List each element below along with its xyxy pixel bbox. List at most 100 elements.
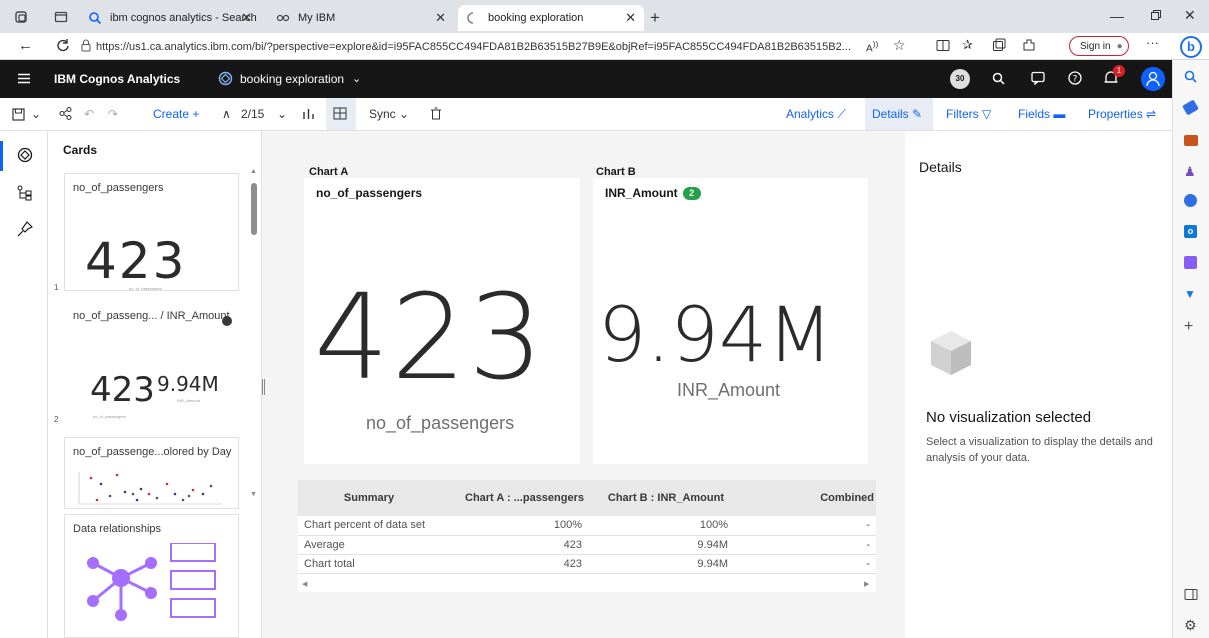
chevron-down-icon[interactable]: ⌄	[352, 72, 361, 85]
details-button[interactable]: Details ✎	[872, 107, 922, 121]
panel-resize-handle[interactable]	[262, 379, 265, 395]
card-kpi-value-b: 9.94M	[157, 372, 219, 396]
fields-button[interactable]: Fields ▬	[1018, 107, 1065, 121]
chart-a-title: no_of_passengers	[316, 186, 423, 200]
table-horizontal-scrollbar[interactable]: ◀ ▶	[298, 580, 876, 590]
sidebar-toggle-icon[interactable]	[1184, 588, 1198, 601]
lock-icon[interactable]	[80, 39, 92, 52]
new-tab-icon[interactable]: +	[650, 8, 660, 28]
designer-icon[interactable]	[1184, 256, 1197, 269]
close-tab-icon[interactable]: ✕	[435, 10, 446, 26]
tab-label: booking exploration	[488, 12, 584, 24]
tab-label: My IBM	[298, 12, 336, 24]
card-3[interactable]: no_of_passenge...olored by Day	[64, 437, 239, 509]
cards-icon[interactable]	[17, 147, 33, 163]
search-icon[interactable]	[992, 72, 1005, 85]
column-header: Chart B : INR_Amount	[588, 480, 734, 516]
favorite-icon[interactable]: ☆	[893, 37, 906, 54]
table-row: Chart total 423 9.94M -	[298, 554, 876, 574]
microsoft-365-icon[interactable]	[1184, 194, 1197, 207]
share-icon[interactable]	[59, 107, 72, 120]
split-screen-icon[interactable]	[936, 39, 950, 52]
save-icon[interactable]	[12, 108, 25, 121]
restore-icon[interactable]	[1150, 9, 1162, 21]
pin-icon[interactable]	[17, 221, 33, 237]
delete-icon[interactable]	[430, 107, 442, 120]
refresh-icon[interactable]	[56, 38, 70, 52]
close-tab-icon[interactable]: ✕	[241, 10, 252, 26]
analytics-label: Analytics	[786, 107, 835, 121]
properties-icon: ⇌	[1146, 107, 1157, 121]
shopping-tag-icon[interactable]	[1182, 99, 1199, 116]
create-button[interactable]: Create +	[153, 107, 199, 121]
tab-search[interactable]: ibm cognos analytics - Search ✕	[80, 5, 260, 31]
workspaces-icon[interactable]	[14, 10, 28, 24]
extensions-icon[interactable]	[1022, 38, 1036, 52]
tab-booking-exploration[interactable]: booking exploration ✕	[458, 5, 644, 31]
sign-in-label: Sign in	[1080, 40, 1111, 52]
tab-actions-icon[interactable]	[54, 10, 68, 24]
card-data-relationships[interactable]: Data relationships	[64, 514, 239, 638]
chart-a-widget[interactable]: no_of_passengers 423 no_of_passengers	[304, 178, 580, 464]
drop-icon[interactable]: ▼	[1184, 287, 1196, 301]
sync-button[interactable]: Sync ⌄	[369, 107, 409, 121]
save-menu-chevron-icon[interactable]: ⌄	[31, 107, 41, 121]
card-scatter-thumbnail	[77, 472, 222, 506]
outlook-icon[interactable]: o	[1184, 225, 1197, 238]
menu-icon[interactable]	[18, 73, 30, 84]
cards-scrollbar[interactable]: ▲ ▼	[250, 168, 258, 498]
card-2[interactable]: no_of_passeng... / INR_Amount 423 9.94M …	[64, 301, 239, 430]
favorites-icon[interactable]: ✰	[962, 37, 973, 53]
tools-briefcase-icon[interactable]	[1184, 135, 1198, 146]
properties-button[interactable]: Properties ⇌	[1088, 107, 1156, 121]
scroll-right-icon[interactable]: ▶	[864, 580, 869, 588]
redo-icon[interactable]: ↷	[108, 107, 118, 121]
cell-combined: -	[734, 535, 876, 555]
cell-chart-a: 423	[440, 554, 588, 574]
sign-in-button[interactable]: Sign in ●	[1069, 36, 1129, 56]
rail-selection-indicator	[0, 141, 3, 171]
help-icon[interactable]: ?	[1068, 71, 1082, 85]
bing-copilot-icon[interactable]: b	[1180, 36, 1202, 58]
user-avatar[interactable]	[1141, 67, 1165, 91]
profile-icon: ●	[1116, 40, 1123, 52]
details-panel-title: Details	[919, 159, 962, 175]
app-brand: IBM Cognos Analytics	[54, 72, 181, 86]
card-kpi-caption-a: no_of_passengers	[93, 414, 126, 419]
add-app-icon[interactable]: +	[1184, 318, 1193, 336]
close-window-icon[interactable]: ✕	[1184, 7, 1196, 24]
chart-type-icon[interactable]	[302, 107, 315, 120]
relationships-icon[interactable]	[17, 185, 33, 201]
scroll-up-icon[interactable]: ▲	[250, 168, 257, 175]
scroll-left-icon[interactable]: ◀	[302, 580, 307, 588]
column-header: Chart A : ...passengers	[440, 480, 588, 516]
document-title[interactable]: booking exploration	[240, 72, 344, 86]
browser-tab-strip: ibm cognos analytics - Search ✕ My IBM ✕…	[0, 0, 1209, 33]
chat-icon[interactable]	[1031, 71, 1045, 85]
scrollbar-thumb[interactable]	[251, 183, 257, 235]
loading-icon	[466, 11, 480, 25]
table-row: Average 423 9.94M -	[298, 535, 876, 555]
previous-page-icon[interactable]: ∧	[222, 107, 231, 121]
card-title: no_of_passeng... / INR_Amount	[73, 310, 230, 322]
search-icon[interactable]	[1184, 70, 1197, 83]
collections-icon[interactable]	[992, 38, 1006, 52]
chart-b-widget[interactable]: INR_Amount 2 9.94M INR_Amount	[593, 178, 868, 464]
url-field[interactable]: https://us1.ca.analytics.ibm.com/bi/?per…	[96, 36, 916, 57]
page-chevron-down-icon[interactable]: ⌄	[277, 107, 287, 121]
games-icon[interactable]: ♟	[1184, 164, 1196, 180]
back-icon[interactable]: ←	[18, 37, 33, 54]
card-1[interactable]: no_of_passengers 423 no_of_passengers	[64, 173, 239, 291]
undo-icon[interactable]: ↶	[84, 107, 94, 121]
filters-button[interactable]: Filters ▽	[946, 107, 991, 121]
cell-chart-b: 100%	[588, 516, 734, 536]
tab-my-ibm[interactable]: My IBM ✕	[268, 5, 454, 31]
read-aloud-icon[interactable]: A))	[866, 39, 878, 54]
analytics-button[interactable]: Analytics ⟋	[786, 107, 846, 122]
more-icon[interactable]: ···	[1146, 35, 1159, 50]
close-tab-icon[interactable]: ✕	[625, 10, 636, 26]
trial-days-icon[interactable]: 30	[950, 69, 970, 89]
scroll-down-icon[interactable]: ▼	[250, 491, 257, 498]
settings-gear-icon[interactable]: ⚙	[1184, 617, 1197, 634]
minimize-icon[interactable]: —	[1110, 8, 1124, 24]
